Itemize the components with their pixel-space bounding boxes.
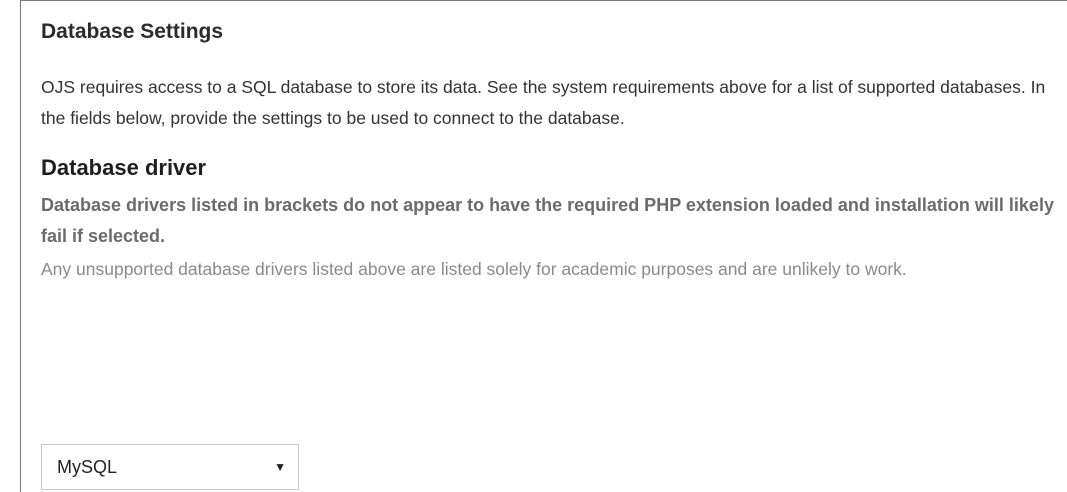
database-driver-label: Database driver [41, 155, 207, 180]
database-driver-select[interactable]: MySQL ▼ [41, 444, 299, 490]
dropdown-arrow-icon: ▼ [274, 460, 286, 474]
selected-driver-value: MySQL [57, 456, 118, 477]
database-driver-warning: Database drivers listed in brackets do n… [41, 195, 1054, 246]
database-settings-section: Database Settings OJS requires access to… [41, 16, 1056, 285]
section-title: Database Settings [41, 20, 224, 43]
section-description: OJS requires access to a SQL database to… [41, 77, 1046, 128]
database-driver-note: Any unsupported database drivers listed … [41, 259, 907, 279]
